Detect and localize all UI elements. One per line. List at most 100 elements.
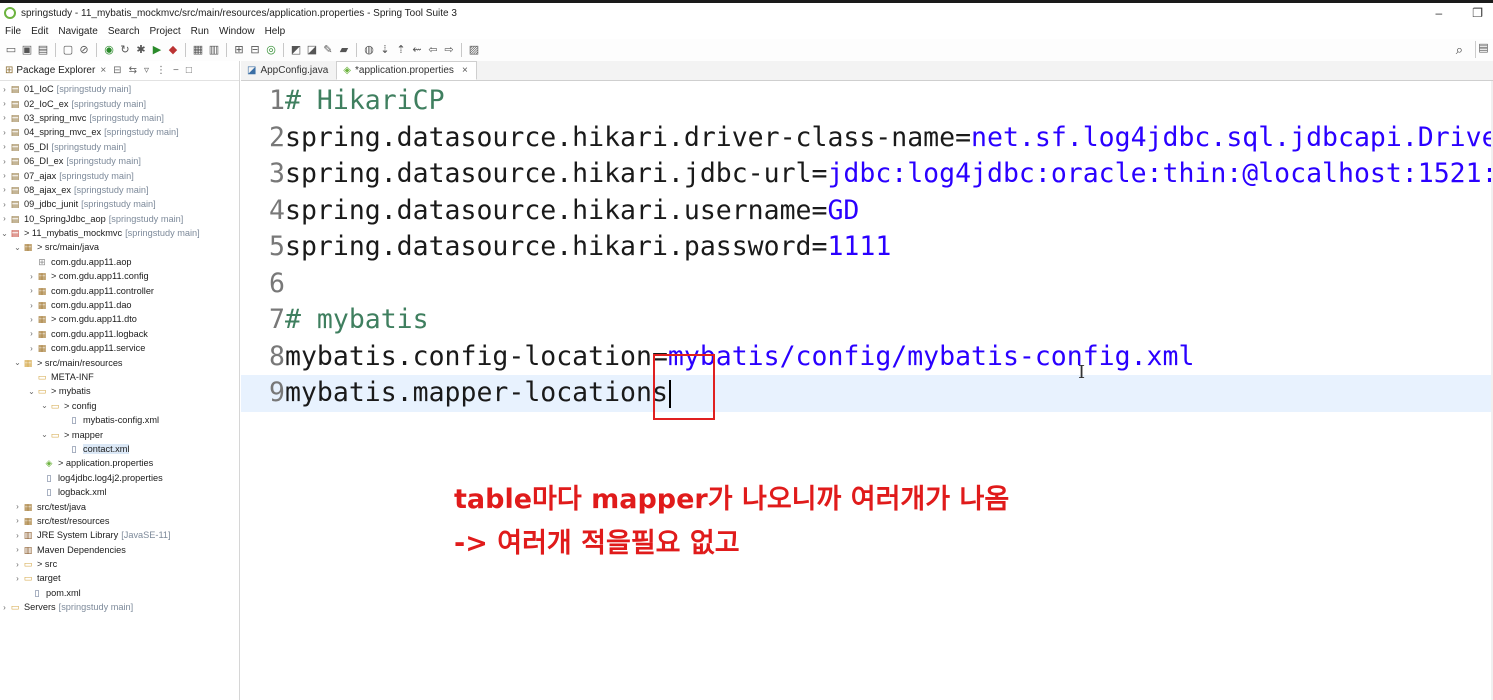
tree-package[interactable]: ⊞ com.gdu.app11.aop — [0, 255, 239, 269]
folder-icon: ▭ — [50, 400, 60, 411]
tree-file[interactable]: ▯ pom.xml — [0, 586, 239, 600]
save-icon[interactable]: ▣ — [20, 43, 34, 57]
tree-source-folder[interactable]: › ▦ src/test/resources — [0, 514, 239, 528]
last-edit-icon[interactable]: ⇜ — [410, 43, 424, 57]
tree-package[interactable]: › ▦ com.gdu.app11.controller — [0, 283, 239, 297]
folder-open-icon[interactable]: ▰ — [337, 43, 351, 57]
tree-project[interactable]: › ▤ 03_spring_mvc [springstudy main] — [0, 111, 239, 125]
open-task-icon[interactable]: ◪ — [305, 43, 319, 57]
tree-file[interactable]: ▯ mybatis-config.xml — [0, 413, 239, 427]
coverage-icon[interactable]: ▥ — [207, 43, 221, 57]
tree-package[interactable]: › ▦ > com.gdu.app11.config — [0, 269, 239, 283]
code-line-5[interactable]: 5spring.datasource.hikari.password=1111 — [241, 229, 1493, 266]
tree-file[interactable]: ▯ logback.xml — [0, 485, 239, 499]
open-type-icon[interactable]: ◩ — [289, 43, 303, 57]
code-line-3[interactable]: 3spring.datasource.hikari.jdbc-url=jdbc:… — [241, 156, 1493, 193]
menu-edit[interactable]: Edit — [31, 26, 48, 37]
new-package-icon[interactable]: ⊟ — [248, 43, 262, 57]
code-line-4[interactable]: 4spring.datasource.hikari.username=GD — [241, 193, 1493, 230]
run-icon[interactable]: ▶ — [150, 43, 164, 57]
code-line-8[interactable]: 8mybatis.config-location=mybatis/config/… — [241, 339, 1493, 376]
tab-appconfig-java[interactable]: ◪ AppConfig.java — [241, 61, 336, 80]
perspective-icon[interactable]: ▤ — [1475, 41, 1491, 58]
tree-project[interactable]: › ▤ 02_IoC_ex [springstudy main] — [0, 96, 239, 110]
menu-search[interactable]: Search — [108, 26, 140, 37]
menu-navigate[interactable]: Navigate — [58, 26, 97, 37]
menu-run[interactable]: Run — [191, 26, 209, 37]
pin-editor-icon[interactable]: ▨ — [467, 43, 481, 57]
minimize-view-icon[interactable]: − — [173, 65, 179, 76]
tree-library[interactable]: › ▥ JRE System Library [JavaSE-11] — [0, 528, 239, 542]
tree-project-expanded[interactable]: ⌄ ▤ > 11_mybatis_mockmvc [springstudy main] — [0, 226, 239, 240]
tree-package[interactable]: › ▦ com.gdu.app11.dao — [0, 298, 239, 312]
minimize-button[interactable]: – — [1436, 6, 1443, 20]
code-editor[interactable]: 1# HikariCP 2spring.datasource.hikari.dr… — [241, 81, 1493, 700]
maximize-view-icon[interactable]: □ — [186, 65, 192, 76]
tree-project[interactable]: › ▤ 04_spring_mvc_ex [springstudy main] — [0, 125, 239, 139]
tree-source-folder[interactable]: ⌄ ▦ > src/main/java — [0, 240, 239, 254]
code-line-6[interactable]: 6 — [241, 266, 1493, 303]
tab-application-properties[interactable]: ◈ *application.properties × — [336, 61, 477, 80]
tree-file[interactable]: ▯ log4jdbc.log4j2.properties — [0, 471, 239, 485]
tree-folder[interactable]: ⌄ ▭ > mapper — [0, 427, 239, 441]
close-icon[interactable]: × — [100, 65, 106, 76]
tree-folder[interactable]: › ▭ > src — [0, 557, 239, 571]
prev-annotation-icon[interactable]: ⇡ — [394, 43, 408, 57]
tree-package[interactable]: › ▦ com.gdu.app11.service — [0, 341, 239, 355]
tree-folder[interactable]: ⌄ ▭ > config — [0, 399, 239, 413]
new-class-icon[interactable]: ◎ — [264, 43, 278, 57]
annotation-icon[interactable]: ◍ — [362, 43, 376, 57]
tree-project[interactable]: › ▤ 08_ajax_ex [springstudy main] — [0, 183, 239, 197]
empty-package-icon: ⊞ — [38, 256, 46, 267]
link-editor-icon[interactable]: ⇆ — [129, 65, 137, 76]
tree-folder[interactable]: ▭ META-INF — [0, 370, 239, 384]
restore-button[interactable]: ❐ — [1472, 6, 1483, 20]
tree-folder[interactable]: ⌄ ▭ > mybatis — [0, 384, 239, 398]
menu-file[interactable]: File — [5, 26, 21, 37]
pencil-icon[interactable]: ✎ — [321, 43, 335, 57]
menu-help[interactable]: Help — [265, 26, 286, 37]
save-all-icon[interactable]: ▤ — [36, 43, 50, 57]
menu-window[interactable]: Window — [219, 26, 255, 37]
code-line-7[interactable]: 7# mybatis — [241, 302, 1493, 339]
code-line-1[interactable]: 1# HikariCP — [241, 83, 1493, 120]
collapse-all-icon[interactable]: ⊟ — [113, 65, 121, 76]
filter-icon[interactable]: ▿ — [144, 65, 149, 76]
main-toolbar: ▭ ▣ ▤ ▢ ⊘ ◉ ↻ ✱ ▶ ◆ ▦ ▥ ⊞ ⊟ ◎ ◩ ◪ ✎ ▰ ◍ … — [0, 39, 1493, 61]
search-icon[interactable]: ⌕ — [1456, 42, 1463, 58]
forward-icon[interactable]: ⇨ — [442, 43, 456, 57]
tree-package[interactable]: › ▦ > com.gdu.app11.dto — [0, 312, 239, 326]
tree-project[interactable]: › ▤ 06_DI_ex [springstudy main] — [0, 154, 239, 168]
menu-project[interactable]: Project — [150, 26, 181, 37]
tree-project[interactable]: › ▤ 09_jdbc_junit [springstudy main] — [0, 197, 239, 211]
tree-folder[interactable]: › ▭ target — [0, 571, 239, 585]
stop-icon[interactable]: ◉ — [102, 43, 116, 57]
code-line-2[interactable]: 2spring.datasource.hikari.driver-class-n… — [241, 120, 1493, 157]
debug-icon[interactable]: ✱ — [134, 43, 148, 57]
refresh-icon[interactable]: ↻ — [118, 43, 132, 57]
tree-source-folder[interactable]: ⌄ ▦ > src/main/resources — [0, 355, 239, 369]
external-tools-icon[interactable]: ◆ — [166, 43, 180, 57]
code-line-9-current[interactable]: 9mybatis.mapper-locations — [241, 375, 1493, 412]
package-icon: ▦ — [37, 328, 47, 339]
tree-project[interactable]: › ▤ 07_ajax [springstudy main] — [0, 168, 239, 182]
tree-project[interactable]: › ▤ 01_IoC [springstudy main] — [0, 82, 239, 96]
tree-project[interactable]: › ▭ Servers [springstudy main] — [0, 600, 239, 614]
new-server-icon[interactable]: ▦ — [191, 43, 205, 57]
tree-package[interactable]: › ▦ com.gdu.app11.logback — [0, 327, 239, 341]
terminal-icon[interactable]: ▢ — [61, 43, 75, 57]
tree-project[interactable]: › ▤ 05_DI [springstudy main] — [0, 140, 239, 154]
close-tab-icon[interactable]: × — [462, 65, 468, 76]
skip-breakpoints-icon[interactable]: ⊘ — [77, 43, 91, 57]
tree-file-selected[interactable]: ▯ contact.xml — [0, 442, 239, 456]
view-menu-icon[interactable]: ⋮ — [156, 65, 166, 76]
next-annotation-icon[interactable]: ⇣ — [378, 43, 392, 57]
explorer-tab[interactable]: ⊞ Package Explorer × ⊟ ⇆ ▿ ⋮ − □ — [0, 61, 239, 81]
new-icon[interactable]: ▭ — [4, 43, 18, 57]
back-icon[interactable]: ⇦ — [426, 43, 440, 57]
tree-file[interactable]: ◈ > application.properties — [0, 456, 239, 470]
tree-project[interactable]: › ▤ 10_SpringJdbc_aop [springstudy main] — [0, 212, 239, 226]
tree-library[interactable]: › ▥ Maven Dependencies — [0, 543, 239, 557]
tree-source-folder[interactable]: › ▦ src/test/java — [0, 499, 239, 513]
new-java-project-icon[interactable]: ⊞ — [232, 43, 246, 57]
